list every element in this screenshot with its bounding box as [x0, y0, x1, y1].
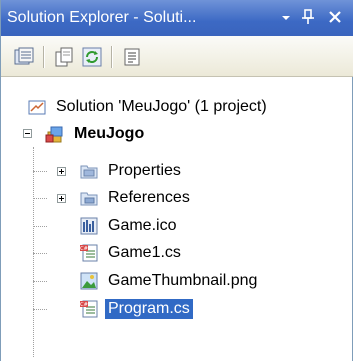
tree-item-project[interactable]: MeuJogo — [45, 123, 147, 145]
tree-connector — [33, 171, 47, 172]
csharp-file-icon: C# — [80, 300, 98, 318]
refresh-icon[interactable] — [81, 46, 103, 68]
toolbar-separator — [43, 46, 45, 68]
tree-item-program-cs[interactable]: C# Program.cs — [79, 298, 193, 320]
folder-icon — [80, 165, 98, 179]
svg-text:C#: C# — [80, 302, 88, 308]
solution-tree: Solution 'MeuJogo' (1 project) MeuJogo P… — [1, 77, 353, 361]
close-icon[interactable] — [325, 7, 345, 27]
tree-connector — [33, 281, 47, 282]
view-code-icon[interactable] — [121, 46, 143, 68]
tree-connector — [33, 147, 34, 357]
tree-connector — [33, 309, 47, 310]
expand-toggle[interactable] — [57, 167, 66, 176]
icon-file-icon — [80, 217, 98, 235]
tree-item-label: Properties — [108, 162, 181, 179]
svg-text:C#: C# — [80, 246, 88, 252]
project-icon — [45, 126, 63, 143]
tree-item-label: References — [108, 189, 190, 206]
window-title: Solution Explorer - Soluti... — [7, 9, 197, 26]
tree-item-label: Game.ico — [108, 217, 177, 234]
tree-item-gamethumbnail-png[interactable]: GameThumbnail.png — [79, 270, 260, 292]
show-all-files-icon[interactable] — [53, 46, 75, 68]
toolbar — [1, 36, 353, 77]
references-folder-icon — [80, 192, 98, 206]
tree-item-properties[interactable]: Properties — [79, 160, 184, 182]
tree-connector — [33, 253, 47, 254]
tree-item-references[interactable]: References — [79, 187, 193, 209]
tree-item-label: Game1.cs — [108, 244, 181, 261]
tree-item-game1-cs[interactable]: C# Game1.cs — [79, 242, 184, 264]
tree-item-game-ico[interactable]: Game.ico — [79, 215, 179, 237]
expand-toggle[interactable] — [57, 194, 66, 203]
dropdown-arrow-icon[interactable] — [276, 7, 296, 27]
toolbar-separator — [111, 46, 113, 68]
tree-item-label: GameThumbnail.png — [108, 272, 258, 289]
solution-explorer-panel: Solution Explorer - Soluti... Solution '… — [0, 0, 353, 361]
pin-icon[interactable] — [298, 7, 318, 27]
tree-item-label: MeuJogo — [74, 125, 145, 142]
tree-connector — [33, 226, 47, 227]
image-file-icon — [80, 272, 98, 290]
solution-icon — [28, 100, 46, 115]
properties-icon[interactable] — [13, 46, 35, 68]
collapse-toggle[interactable] — [23, 129, 32, 138]
tree-item-label: Solution 'MeuJogo' (1 project) — [56, 98, 267, 115]
tree-item-label: Program.cs — [105, 299, 193, 319]
title-bar[interactable]: Solution Explorer - Soluti... — [1, 0, 353, 36]
csharp-file-icon: C# — [80, 244, 98, 262]
tree-item-solution[interactable]: Solution 'MeuJogo' (1 project) — [27, 96, 270, 118]
tree-connector — [33, 198, 47, 199]
